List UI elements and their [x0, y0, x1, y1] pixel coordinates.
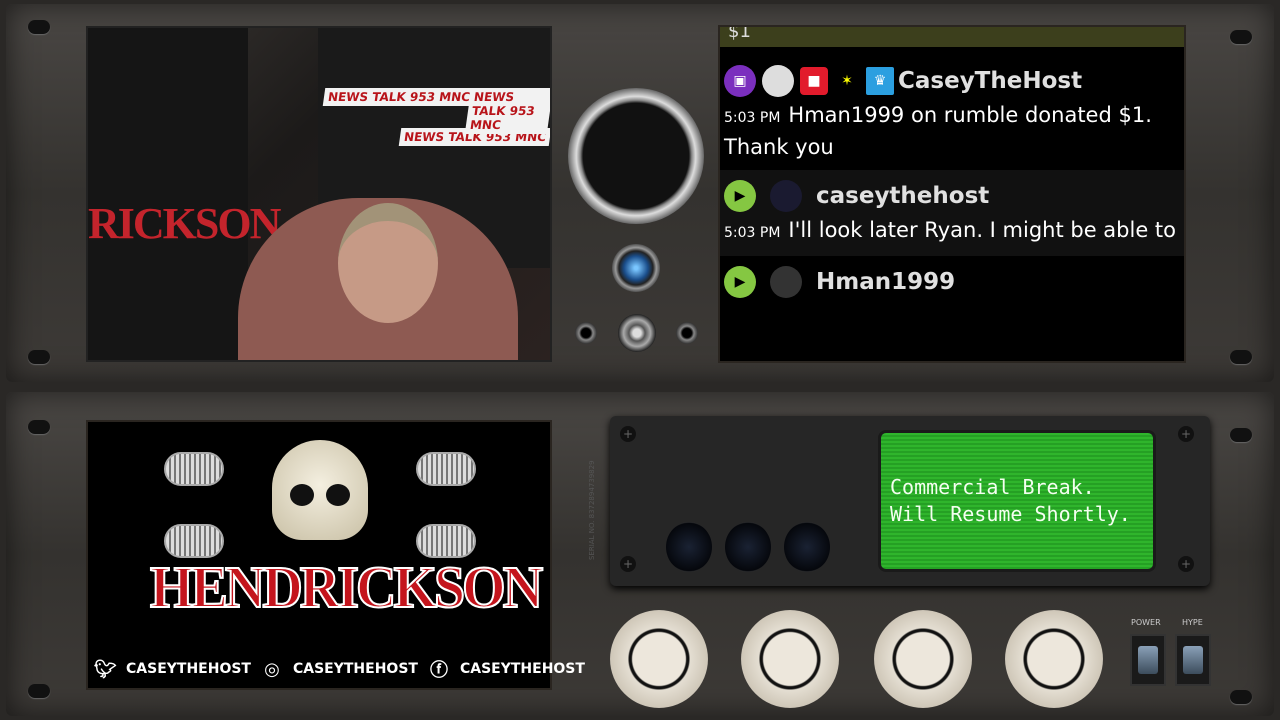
- rack-screw: [1230, 428, 1252, 442]
- chat-partial-message: $1: [720, 27, 1184, 47]
- rack-screw: [1230, 30, 1252, 44]
- skull-logo: [272, 440, 368, 540]
- speaker-grille: [568, 88, 704, 224]
- chat-message: ▣ ■ ✶ ♛ CaseyTheHost 5:03 PM Hman1999 on …: [720, 47, 1184, 170]
- audio-jack: [676, 322, 698, 344]
- microphone-graphic: [416, 452, 476, 486]
- dial-knob: [1005, 610, 1103, 708]
- skull-banner: [88, 28, 248, 360]
- dial-knob: [874, 610, 972, 708]
- hype-switch: [1175, 634, 1211, 686]
- rack-screw: [1230, 690, 1252, 704]
- twitch-icon: ▣: [724, 65, 756, 97]
- lcd-display: Commercial Break. Will Resume Shortly.: [878, 430, 1156, 572]
- crown-badge-icon: ♛: [866, 67, 894, 95]
- chat-username: Hman1999: [816, 269, 956, 295]
- host-head: [338, 203, 438, 323]
- rack-screw: [28, 420, 50, 434]
- chat-message: ▶ Hman1999: [720, 256, 1184, 310]
- chat-overlay: $1 ▣ ■ ✶ ♛ CaseyTheHost 5:03 PM Hman1999 …: [718, 25, 1186, 363]
- dial-knob: [741, 610, 839, 708]
- rumble-icon: ▶: [724, 180, 756, 212]
- stars-badge-icon: ✶: [841, 73, 853, 89]
- blue-led-button: [612, 244, 660, 292]
- small-knob: [725, 522, 771, 572]
- toggle-knob: [618, 314, 656, 352]
- chat-time: 5:03 PM: [724, 110, 781, 126]
- panel-screw: +: [1178, 426, 1194, 442]
- hype-label: HYPE: [1182, 618, 1203, 627]
- chat-username: CaseyTheHost: [898, 68, 1083, 94]
- panel-screw: +: [1178, 556, 1194, 572]
- avatar: [762, 65, 794, 97]
- backdrop-logo: NEWS TALK 953 MNC: [464, 88, 550, 134]
- lcd-line-1: Commercial Break.: [890, 475, 1095, 499]
- power-switch: [1130, 634, 1166, 686]
- small-knob: [666, 522, 712, 572]
- rumble-icon: ▶: [724, 266, 756, 298]
- social-links: 🐦︎ CASEYTHEHOST ◎ CASEYTHEHOST ⓕ CASEYTHEHO…: [94, 656, 585, 682]
- webcam-feed: RICKSON NEWS TALK 953 MNC NEWS TALK 953 …: [86, 26, 552, 362]
- panel-screw: +: [620, 426, 636, 442]
- microphone-graphic: [164, 452, 224, 486]
- brand-logo-text: HENDRICKSON: [149, 554, 544, 621]
- rack-screw: [28, 684, 50, 698]
- chat-text: I'll look later Ryan. I might be able to: [788, 218, 1177, 242]
- banner-text: RICKSON: [88, 199, 281, 248]
- microphone-graphic: [164, 524, 224, 558]
- serial-number: SERIAL NO. 8372894739829: [588, 460, 596, 560]
- social-handle: CASEYTHEHOST: [126, 661, 251, 677]
- microphone-graphic: [416, 524, 476, 558]
- small-knob: [784, 522, 830, 572]
- chat-text: Hman1999 on rumble donated $1. Thank you: [724, 103, 1152, 159]
- chat-username: caseythehost: [816, 183, 990, 209]
- rack-screw: [28, 20, 50, 34]
- twitter-icon: 🐦︎: [94, 658, 117, 680]
- facebook-icon: ⓕ: [429, 660, 448, 681]
- social-handle: CASEYTHEHOST: [459, 661, 585, 677]
- backdrop-logo: NEWS TALK 953 MNC: [322, 88, 476, 106]
- lcd-line-2: Will Resume Shortly.: [890, 502, 1131, 526]
- avatar: [770, 180, 802, 212]
- rack-screw: [1230, 350, 1252, 364]
- power-label: POWER: [1131, 618, 1161, 627]
- social-handle: CASEYTHEHOST: [292, 661, 418, 677]
- rack-screw: [28, 350, 50, 364]
- dial-knob: [610, 610, 708, 708]
- chat-message: ▶ caseythehost 5:03 PM I'll look later Ry…: [720, 170, 1184, 256]
- instagram-icon: ◎: [264, 658, 280, 680]
- panel-screw: +: [620, 556, 636, 572]
- avatar: [770, 266, 802, 298]
- audio-jack: [575, 322, 597, 344]
- broadcaster-badge-icon: ■: [800, 67, 828, 95]
- chat-time: 5:03 PM: [724, 225, 781, 241]
